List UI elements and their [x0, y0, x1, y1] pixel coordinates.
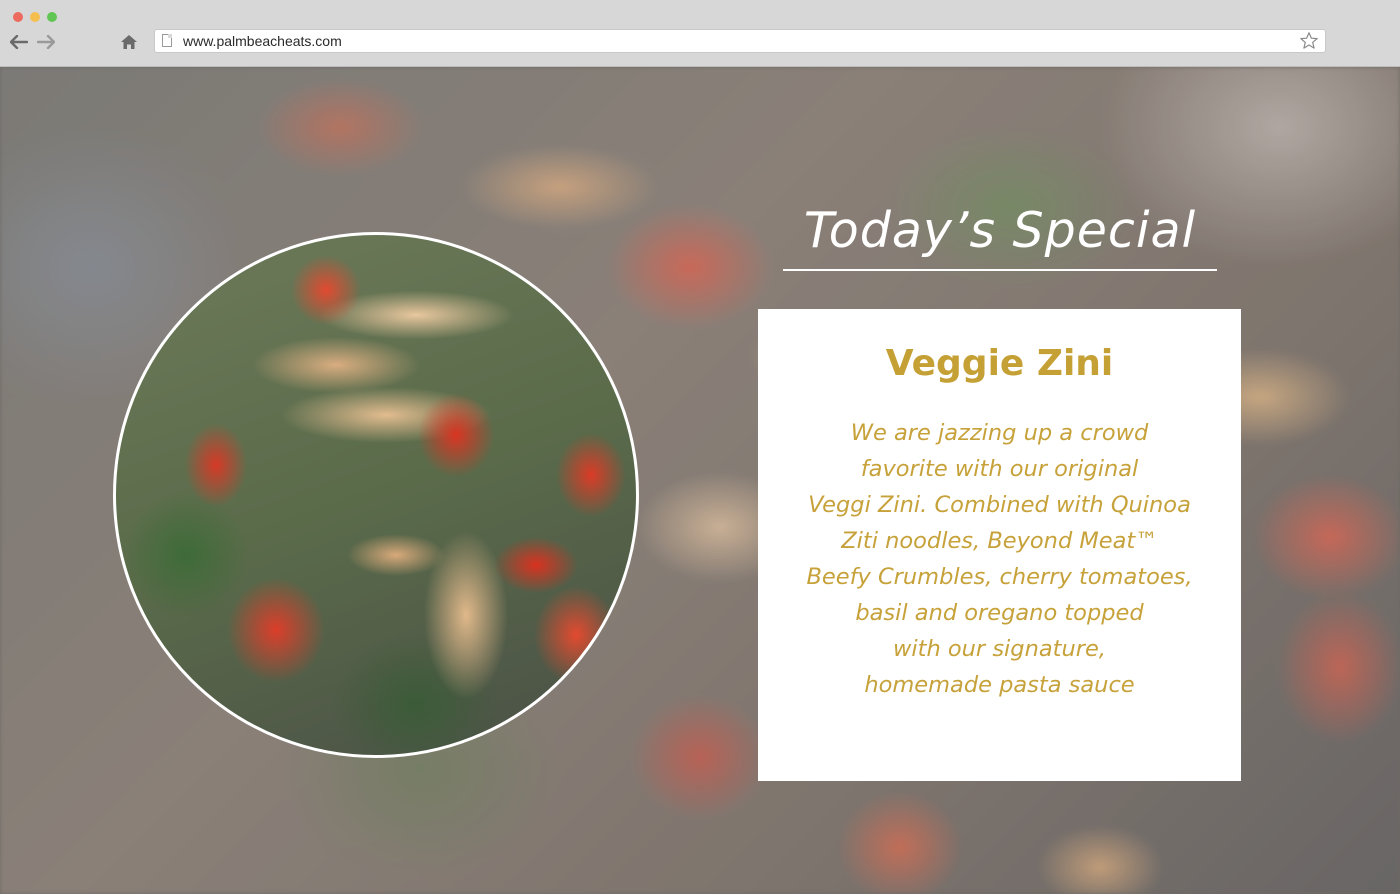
page-content: Today’s Special Veggie Zini We are jazzi…: [0, 67, 1400, 894]
description-line: favorite with our original: [860, 456, 1139, 482]
description-line: basil and oregano topped: [855, 600, 1144, 626]
dish-name: Veggie Zini: [885, 343, 1114, 384]
back-arrow-icon: [10, 35, 28, 49]
description-line: Beefy Crumbles, cherry tomatoes,: [806, 564, 1193, 590]
title-underline: [783, 269, 1217, 271]
forward-button[interactable]: [35, 31, 57, 53]
description-line: Veggi Zini. Combined with Quinoa: [808, 492, 1191, 518]
page-icon: [162, 34, 172, 47]
minimize-window-button[interactable]: [30, 12, 40, 22]
page-title: Today’s Special: [803, 202, 1197, 259]
pasta-dish-photo: [113, 232, 639, 758]
close-window-button[interactable]: [13, 12, 23, 22]
star-icon[interactable]: [1299, 31, 1319, 51]
dish-description: We are jazzing up a crowd favorite with …: [768, 415, 1231, 703]
url-text[interactable]: www.palmbeacheats.com: [183, 33, 342, 49]
home-icon: [121, 35, 137, 49]
description-line: We are jazzing up a crowd: [850, 420, 1149, 446]
address-bar[interactable]: www.palmbeacheats.com: [154, 29, 1326, 53]
home-button[interactable]: [118, 31, 140, 53]
back-button[interactable]: [8, 31, 30, 53]
description-line: homemade pasta sauce: [864, 672, 1135, 698]
special-card: Veggie Zini We are jazzing up a crowd fa…: [758, 309, 1241, 781]
browser-toolbar: www.palmbeacheats.com: [0, 0, 1400, 67]
description-line: Ziti noodles, Beyond Meat™: [841, 528, 1158, 554]
description-line: with our signature,: [893, 636, 1106, 662]
forward-arrow-icon: [37, 35, 55, 49]
maximize-window-button[interactable]: [47, 12, 57, 22]
